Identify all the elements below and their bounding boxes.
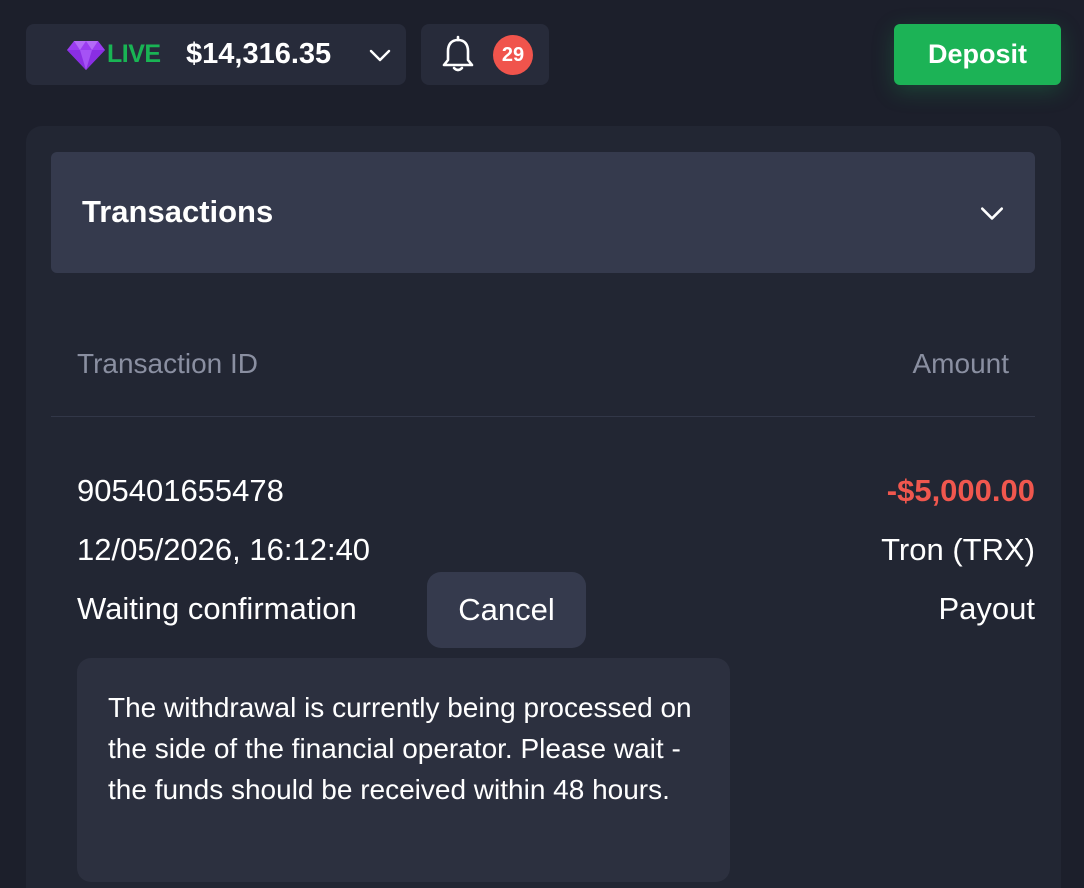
bell-icon bbox=[442, 35, 474, 72]
transaction-id: 905401655478 bbox=[77, 473, 284, 508]
column-header-amount: Amount bbox=[912, 348, 1010, 379]
transaction-status: Waiting confirmation bbox=[77, 591, 357, 626]
transaction-currency: Tron (TRX) bbox=[881, 532, 1035, 567]
chevron-down-icon bbox=[980, 207, 1004, 220]
account-balance: $14,316.35 bbox=[186, 38, 332, 70]
transactions-card: Transactions Transaction ID Amount 90540… bbox=[26, 126, 1061, 888]
section-title: Transactions bbox=[82, 194, 274, 229]
notifications-button[interactable]: 29 bbox=[421, 24, 549, 85]
notification-count-badge: 29 bbox=[493, 35, 533, 75]
transaction-amount: -$5,000.00 bbox=[886, 473, 1035, 508]
column-header-transaction-id: Transaction ID bbox=[77, 348, 259, 379]
transactions-section-toggle[interactable]: Transactions bbox=[51, 152, 1035, 273]
transaction-info-text: The withdrawal is currently being proces… bbox=[108, 692, 692, 805]
chevron-down-icon bbox=[369, 49, 391, 62]
table-divider bbox=[51, 416, 1035, 417]
diamond-icon bbox=[67, 41, 105, 70]
account-selector[interactable]: LIVE $14,316.35 bbox=[26, 24, 406, 85]
cancel-transaction-button[interactable]: Cancel bbox=[427, 572, 586, 648]
account-mode-label: LIVE bbox=[107, 40, 161, 68]
transaction-datetime: 12/05/2026, 16:12:40 bbox=[77, 532, 371, 567]
deposit-button[interactable]: Deposit bbox=[894, 24, 1061, 85]
transaction-info-tooltip: The withdrawal is currently being proces… bbox=[77, 658, 730, 882]
transaction-type: Payout bbox=[938, 591, 1035, 626]
